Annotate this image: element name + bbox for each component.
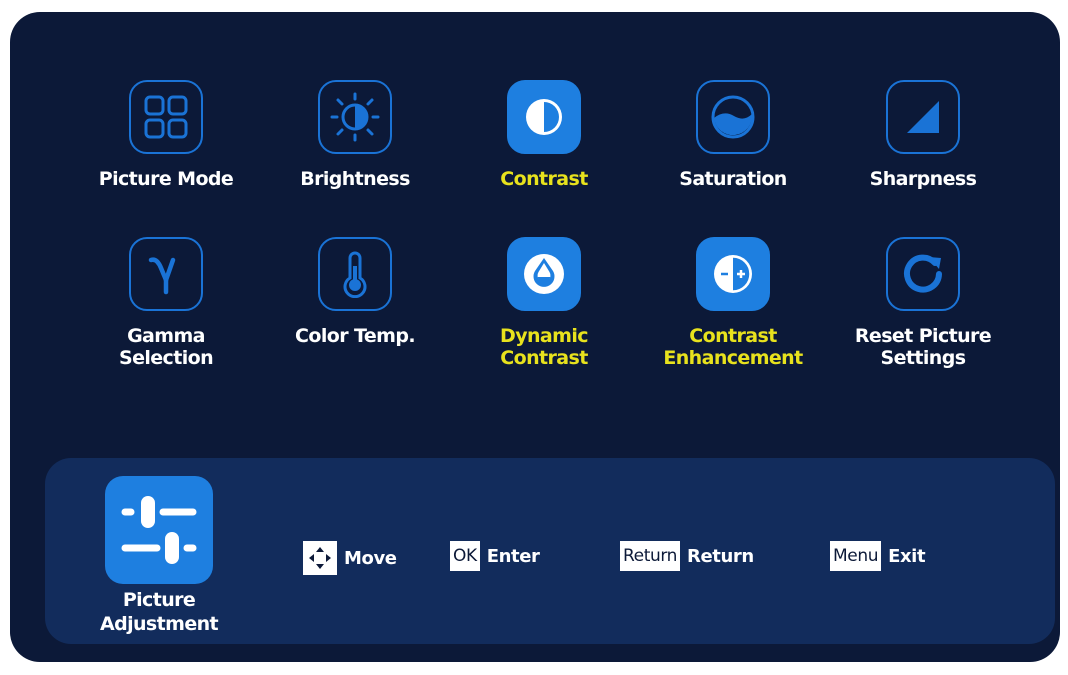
menu-item-label: Brightness <box>300 168 410 190</box>
sharpness-icon <box>886 80 960 154</box>
ok-key-badge: OK <box>450 541 480 571</box>
hint-action: Exit <box>888 545 926 567</box>
hint-action: Move <box>344 547 397 569</box>
menu-item-label: Reset Picture Settings <box>854 325 992 369</box>
menu-item-label: Contrast Enhancement <box>663 325 803 369</box>
menu-item-label: Contrast <box>500 168 588 190</box>
hint-return: Return Return <box>620 541 754 571</box>
contrast-icon <box>507 80 581 154</box>
menu-item-gamma-selection[interactable]: Gamma Selection <box>76 237 256 369</box>
hint-exit: Menu Exit <box>830 541 926 571</box>
contrast-plus-minus-icon <box>696 237 770 311</box>
thermometer-icon <box>318 237 392 311</box>
sun-icon <box>318 80 392 154</box>
menu-item-reset-picture-settings[interactable]: Reset Picture Settings <box>833 237 1013 369</box>
menu-item-contrast-enhancement[interactable]: Contrast Enhancement <box>643 237 823 369</box>
arrows-icon <box>303 541 337 575</box>
menu-item-contrast[interactable]: Contrast <box>454 80 634 190</box>
hint-enter: OK Enter <box>450 541 540 571</box>
footer-bar: Picture Adjustment Move OK Enter Return … <box>45 458 1055 644</box>
menu-item-saturation[interactable]: Saturation <box>643 80 823 190</box>
menu-item-dynamic-contrast[interactable]: Dynamic Contrast <box>454 237 634 369</box>
picture-settings-panel: Picture Mode Brightness Contrast Saturat… <box>10 12 1060 662</box>
menu-item-color-temp[interactable]: Color Temp. <box>265 237 445 347</box>
menu-item-label: Saturation <box>679 168 787 190</box>
menu-key-badge: Menu <box>830 541 882 571</box>
menu-item-picture-mode[interactable]: Picture Mode <box>76 80 256 190</box>
saturation-icon <box>696 80 770 154</box>
menu-item-label: Gamma Selection <box>118 325 214 369</box>
hint-action: Return <box>687 545 754 567</box>
sliders-icon <box>105 476 213 584</box>
return-key-badge: Return <box>620 541 681 571</box>
reset-icon <box>886 237 960 311</box>
menu-item-sharpness[interactable]: Sharpness <box>833 80 1013 190</box>
menu-item-brightness[interactable]: Brightness <box>265 80 445 190</box>
footer-section-label: Picture Adjustment <box>99 589 219 635</box>
menu-item-label: Sharpness <box>869 168 977 190</box>
menu-item-label: Picture Mode <box>98 168 234 190</box>
gamma-icon <box>129 237 203 311</box>
hint-action: Enter <box>486 545 540 567</box>
water-drop-icon <box>507 237 581 311</box>
hint-move: Move <box>303 541 397 575</box>
picture-menu-grid: Picture Mode Brightness Contrast Saturat… <box>10 12 1060 452</box>
menu-item-label: Color Temp. <box>295 325 415 347</box>
menu-item-label: Dynamic Contrast <box>500 325 588 369</box>
grid-icon <box>129 80 203 154</box>
